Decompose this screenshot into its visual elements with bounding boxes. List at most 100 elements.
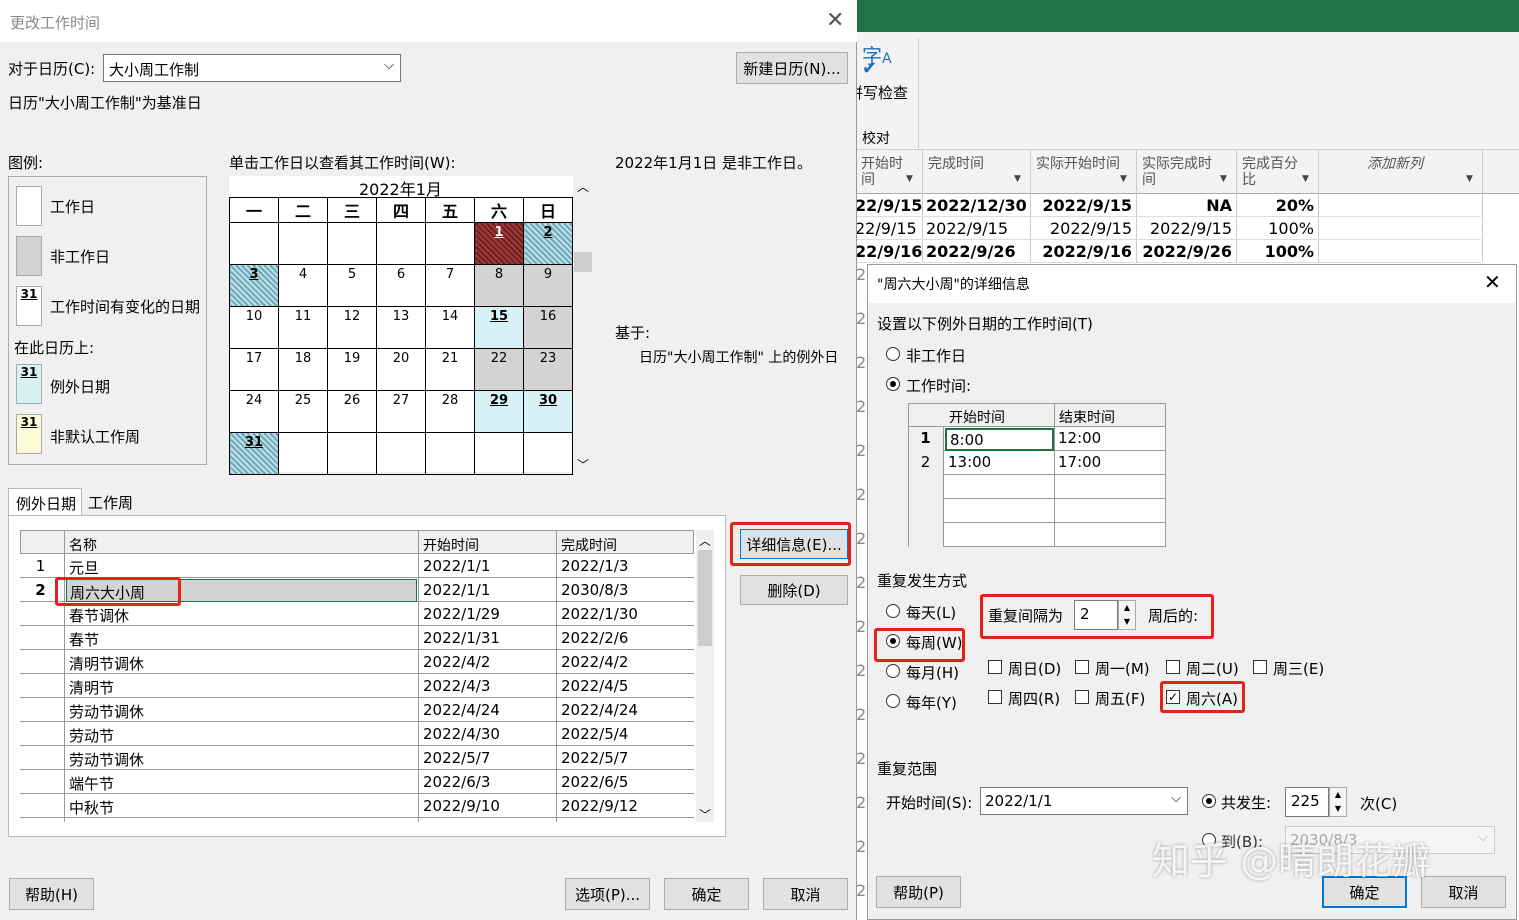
- calendar-day[interactable]: 22: [474, 348, 524, 391]
- time-row[interactable]: [908, 523, 1166, 547]
- calendar-day[interactable]: 5: [327, 264, 377, 307]
- calendar-day[interactable]: 23: [523, 348, 573, 391]
- calendar-day[interactable]: 29: [474, 390, 524, 433]
- column-header[interactable]: 添加新列: [1324, 156, 1466, 192]
- calendar-day[interactable]: 21: [425, 348, 475, 391]
- time-cell[interactable]: 17:00: [1055, 452, 1166, 475]
- ok-button[interactable]: 确定: [664, 878, 749, 910]
- nonwork-radio[interactable]: [886, 347, 900, 361]
- table-header[interactable]: 完成时间: [561, 535, 617, 555]
- dropdown-arrow-icon[interactable]: ▼: [1120, 174, 1127, 184]
- table-cell[interactable]: 春节: [66, 627, 417, 650]
- sheet-cell[interactable]: 2022/9/15: [1030, 196, 1132, 215]
- close-icon[interactable]: ✕: [826, 8, 844, 33]
- table-cell[interactable]: 端午节: [66, 771, 417, 794]
- sheet-cell[interactable]: 100%: [1236, 219, 1314, 238]
- calendar-day[interactable]: 10: [229, 306, 279, 349]
- sheet-cell[interactable]: 2022/9/15: [922, 219, 1026, 238]
- calendar-day[interactable]: 24: [229, 390, 279, 433]
- spellcheck-label[interactable]: 拼写检查: [848, 82, 908, 103]
- day-checkbox-label[interactable]: 周三(E): [1273, 658, 1324, 679]
- table-cell[interactable]: 2022/5/7: [420, 747, 555, 770]
- calendar-day[interactable]: 16: [523, 306, 573, 349]
- table-cell[interactable]: 元旦: [66, 555, 417, 578]
- dropdown-arrow-icon[interactable]: ▼: [906, 174, 913, 184]
- chevron-up-icon[interactable]: ︿: [577, 178, 589, 195]
- calendar-day[interactable]: 11: [278, 306, 328, 349]
- calendar-day[interactable]: 19: [327, 348, 377, 391]
- table-cell[interactable]: 劳动节调休: [66, 699, 417, 722]
- calendar-day[interactable]: 2: [523, 222, 573, 265]
- occur-radio[interactable]: [1202, 794, 1216, 808]
- monthly-radio[interactable]: [886, 664, 900, 678]
- dropdown-arrow-icon[interactable]: ▼: [1466, 174, 1473, 184]
- table-cell[interactable]: 2022/4/2: [420, 651, 555, 674]
- calendar-day[interactable]: 3: [229, 264, 279, 307]
- sheet-cell[interactable]: 2022/9/26: [922, 242, 1026, 261]
- sheet-cell[interactable]: 100%: [1236, 242, 1314, 261]
- time-cell[interactable]: 8:00: [945, 428, 1054, 451]
- table-scroll-thumb[interactable]: [698, 550, 712, 646]
- table-cell[interactable]: 2022/1/1: [420, 555, 555, 578]
- chevron-down-icon[interactable]: ﹀: [699, 806, 711, 823]
- tab-exceptions[interactable]: 例外日期: [8, 488, 82, 516]
- worktime-radio[interactable]: [886, 377, 900, 391]
- column-header[interactable]: 实际开始时间: [1036, 156, 1120, 192]
- chevron-down-icon[interactable]: ﹀: [577, 456, 589, 473]
- column-header[interactable]: 开始时间: [861, 156, 906, 192]
- sheet-cell[interactable]: 2022/9/15: [1136, 219, 1232, 238]
- day-checkbox[interactable]: [1166, 660, 1180, 674]
- calendar-day[interactable]: 26: [327, 390, 377, 433]
- close-icon[interactable]: ✕: [1484, 270, 1501, 294]
- daily-radio[interactable]: [886, 604, 900, 618]
- sheet-cell[interactable]: 22/9/16: [855, 242, 922, 261]
- cancel-button[interactable]: 取消: [763, 878, 848, 910]
- calendar-scrollbar[interactable]: [574, 176, 592, 472]
- table-cell[interactable]: 劳动节: [66, 723, 417, 746]
- occur-spinner[interactable]: ▲ ▼: [1329, 787, 1347, 817]
- yearly-label[interactable]: 每年(Y): [906, 692, 957, 713]
- nonwork-label[interactable]: 非工作日: [906, 345, 966, 366]
- calendar-day[interactable]: 30: [523, 390, 573, 433]
- calendar-day[interactable]: 14: [425, 306, 475, 349]
- table-cell[interactable]: 2022/6/3: [420, 771, 555, 794]
- day-checkbox[interactable]: [1075, 690, 1089, 704]
- sheet-cell[interactable]: 2022/9/15: [1030, 219, 1132, 238]
- table-cell[interactable]: 清明节: [66, 675, 417, 698]
- table-cell[interactable]: 2022/4/24: [558, 699, 693, 722]
- worktime-label[interactable]: 工作时间:: [906, 375, 971, 396]
- sheet-cell[interactable]: 2022/12/30: [922, 196, 1027, 215]
- calendar-day[interactable]: 27: [376, 390, 426, 433]
- calendar-select[interactable]: 大小周工作制 ⌵: [103, 54, 401, 82]
- time-row[interactable]: [908, 475, 1166, 499]
- calendar-day[interactable]: 18: [278, 348, 328, 391]
- table-cell[interactable]: 中秋节: [66, 795, 417, 818]
- day-checkbox[interactable]: [988, 690, 1002, 704]
- table-cell[interactable]: 2022/5/4: [558, 723, 693, 746]
- dropdown-arrow-icon[interactable]: ▼: [1220, 174, 1227, 184]
- dropdown-arrow-icon[interactable]: ▼: [1014, 174, 1021, 184]
- table-cell[interactable]: 2022/4/24: [420, 699, 555, 722]
- table-cell[interactable]: 2022/2/6: [558, 627, 693, 650]
- table-cell[interactable]: 2022/1/30: [558, 603, 693, 626]
- day-checkbox-label[interactable]: 周四(R): [1008, 688, 1060, 709]
- time-row[interactable]: [908, 499, 1166, 523]
- day-checkbox-label[interactable]: 周日(D): [1008, 658, 1061, 679]
- column-header[interactable]: 实际完成时间: [1142, 156, 1220, 192]
- monthly-label[interactable]: 每月(H): [906, 662, 959, 683]
- calendar-day[interactable]: 31: [229, 432, 279, 475]
- calendar-day[interactable]: 25: [278, 390, 328, 433]
- calendar-day[interactable]: 13: [376, 306, 426, 349]
- calendar-day[interactable]: 28: [425, 390, 475, 433]
- sheet-cell[interactable]: 20%: [1236, 196, 1314, 215]
- day-checkbox[interactable]: [1075, 660, 1089, 674]
- sheet-cell[interactable]: 2022/9/16: [1030, 242, 1132, 261]
- day-checkbox[interactable]: [988, 660, 1002, 674]
- calendar-day[interactable]: 15: [474, 306, 524, 349]
- day-checkbox-label[interactable]: 周五(F): [1095, 688, 1145, 709]
- table-cell[interactable]: 2022/1/31: [420, 627, 555, 650]
- table-cell[interactable]: 2022/4/3: [420, 675, 555, 698]
- occur-input[interactable]: 225: [1285, 787, 1329, 817]
- table-header[interactable]: 开始时间: [423, 535, 479, 555]
- table-cell[interactable]: 2022/4/30: [420, 723, 555, 746]
